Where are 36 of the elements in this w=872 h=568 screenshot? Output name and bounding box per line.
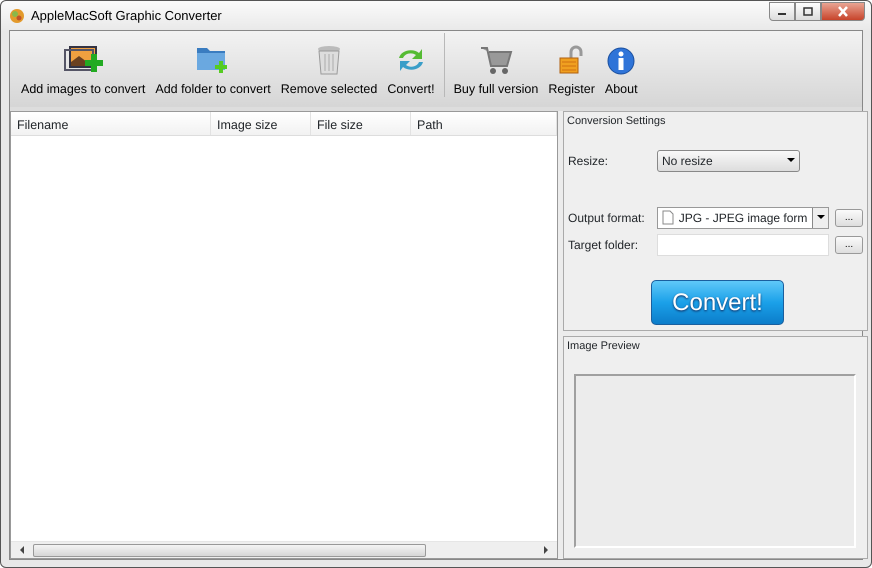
toolbar-button[interactable]: Buy full version: [448, 44, 544, 99]
document-icon: [662, 210, 674, 225]
toolbar-button[interactable]: Add images to convert: [16, 44, 150, 99]
field-label: Resize:: [568, 152, 610, 170]
toolbar-button[interactable]: Remove selected: [276, 44, 382, 99]
app-icon: [9, 8, 25, 24]
resize-dropdown[interactable]: No resize: [657, 150, 800, 172]
field-label: Target folder:: [568, 236, 640, 254]
column-header[interactable]: File size: [311, 112, 411, 135]
browse-button[interactable]: ...: [835, 236, 863, 254]
minimize-button[interactable]: [769, 2, 795, 21]
column-header[interactable]: Path: [411, 112, 557, 135]
toolbar-button[interactable]: Add folder to convert: [150, 44, 276, 99]
panel-title: Conversion Settings: [566, 114, 666, 129]
toolbar-button[interactable]: About: [600, 46, 643, 99]
target-folder-field[interactable]: [657, 234, 829, 256]
scrollbar-thumb[interactable]: [33, 544, 426, 556]
scroll-right-icon[interactable]: [541, 545, 551, 555]
caret-icon: [787, 158, 795, 163]
maximize-button[interactable]: [795, 2, 821, 21]
column-header[interactable]: Image size: [211, 112, 311, 135]
info-icon: [606, 46, 636, 76]
browse-button[interactable]: ...: [835, 208, 863, 226]
cart-icon: [478, 44, 513, 76]
window-title: AppleMacSoft Graphic Converter: [31, 6, 222, 25]
toolbar-button[interactable]: Convert!: [382, 44, 440, 99]
close-icon: [837, 6, 849, 17]
maximize-icon: [803, 7, 813, 16]
panel-title: Image Preview: [566, 339, 641, 354]
column-header[interactable]: Filename: [11, 112, 211, 135]
toolbar-button[interactable]: Register: [543, 44, 600, 99]
file-list[interactable]: Filename Image size File size Path: [10, 111, 558, 559]
field-label: Output format:: [568, 210, 646, 226]
caret-icon: [816, 215, 825, 220]
close-button[interactable]: [821, 2, 865, 21]
format-dropdown[interactable]: JPG - JPEG image form: [657, 206, 829, 228]
